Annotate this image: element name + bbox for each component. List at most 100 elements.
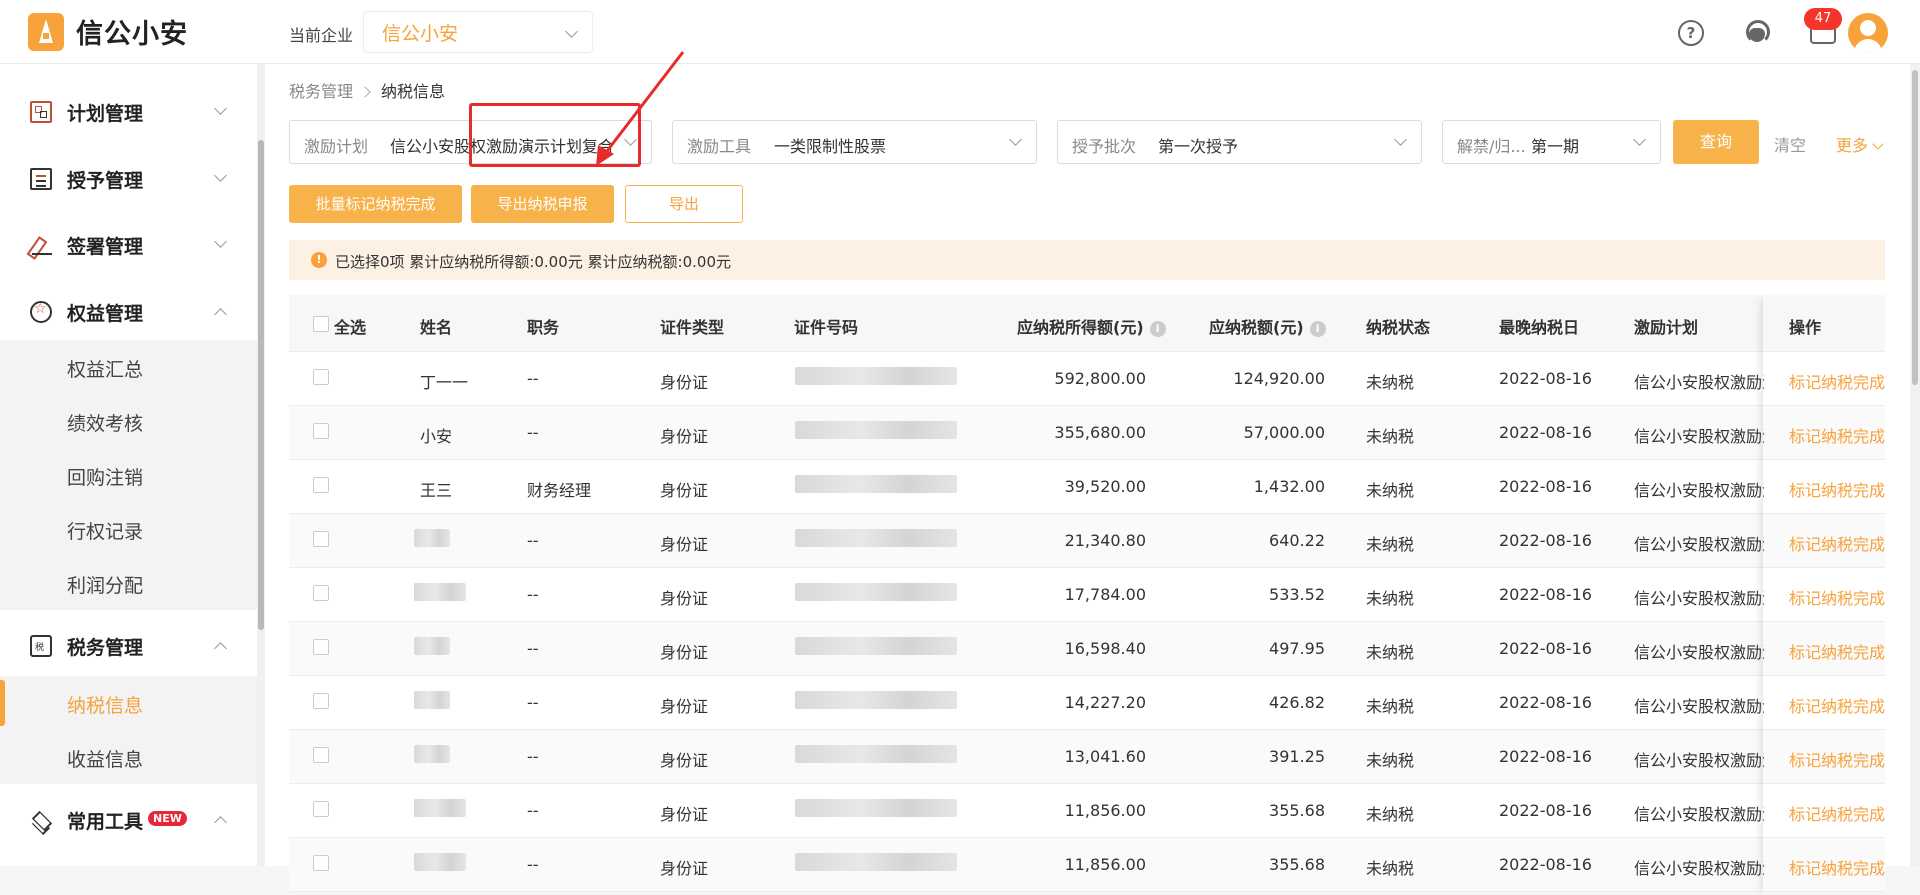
select-all-checkbox[interactable] (313, 316, 329, 332)
cell-tax-status: 未纳税 (1366, 751, 1415, 770)
table-row: -- 身份证 11,856.00 355.68 未纳税 2022-08-16 信公小安股权激… (289, 838, 1885, 892)
table-row: -- 身份证 17,784.00 533.52 未纳税 2022-08-16 信公小安股权激… (289, 568, 1885, 622)
header-taxable-income: 应纳税所得额(元) i (1017, 314, 1166, 338)
breadcrumb-root[interactable]: 税务管理 (289, 82, 353, 101)
cell-tax-amount: 391.25 (1269, 747, 1325, 766)
cell-taxable-income: 13,041.60 (1064, 747, 1146, 766)
cell-tax-amount: 533.52 (1269, 585, 1325, 604)
cell-id-type: 身份证 (660, 751, 709, 770)
logo[interactable]: 信公小安 (28, 12, 188, 51)
sidebar-group-tools[interactable]: 常用工具 NEW (0, 792, 257, 848)
clear-button[interactable]: 清空 (1774, 132, 1806, 156)
sidebar-item-label: 利润分配 (67, 575, 144, 597)
info-icon[interactable]: i (1149, 321, 1166, 337)
page-scrollbar-thumb[interactable] (1912, 70, 1918, 385)
cell-id-number-redacted (795, 691, 957, 709)
row-checkbox[interactable] (313, 747, 329, 763)
sidebar-item-buyback[interactable]: 回购注销 (0, 448, 257, 502)
sidebar-item-tax-info[interactable]: 纳税信息 (0, 676, 257, 730)
cell-tax-amount: 1,432.00 (1253, 477, 1325, 496)
cell-name-redacted (414, 637, 450, 655)
cell-taxable-income: 14,227.20 (1064, 693, 1146, 712)
sidebar-item-label: 行权记录 (67, 521, 144, 543)
sidebar-item-exercise-records[interactable]: 行权记录 (0, 502, 257, 556)
sidebar-group-label: 税务管理 (67, 636, 144, 659)
cell-deadline: 2022-08-16 (1499, 477, 1592, 496)
cell-taxable-income: 39,520.00 (1064, 477, 1146, 496)
export-button[interactable]: 导出 (625, 185, 743, 223)
cell-plan: 信公小安股权激励演示计划复合 (1634, 697, 1764, 716)
cell-position: -- (527, 801, 539, 820)
cell-plan: 信公小安股权激励演示计划复合 (1634, 805, 1764, 824)
row-checkbox[interactable] (313, 423, 329, 439)
sidebar-item-income-info[interactable]: 收益信息 (0, 730, 257, 784)
row-checkbox[interactable] (313, 585, 329, 601)
chevron-down-icon (565, 25, 578, 38)
sidebar-group-sign[interactable]: 签署管理 (0, 217, 257, 273)
filter-value: 第一期 (1531, 137, 1580, 156)
cell-name-redacted (414, 583, 466, 601)
header-position: 职务 (527, 318, 560, 337)
cell-tax-amount: 426.82 (1269, 693, 1325, 712)
chevron-down-icon (214, 102, 227, 115)
equity-icon (30, 301, 52, 323)
header-tax-amount: 应纳税额(元) i (1209, 314, 1326, 338)
cell-id-number-redacted (795, 637, 957, 655)
query-button[interactable]: 查询 (1673, 120, 1759, 164)
row-checkbox[interactable] (313, 477, 329, 493)
sidebar-group-label: 常用工具 (67, 810, 144, 833)
sidebar-group-equity[interactable]: 权益管理 (0, 284, 257, 340)
more-filters-button[interactable]: 更多 (1836, 132, 1884, 156)
export-tax-declaration-button[interactable]: 导出纳税申报 (471, 185, 614, 223)
breadcrumb-current: 纳税信息 (381, 82, 446, 101)
operation-column-shadow (1763, 295, 1885, 895)
customer-service-icon[interactable] (1744, 20, 1770, 46)
sidebar-group-grant[interactable]: 授予管理 (0, 151, 257, 207)
row-checkbox[interactable] (313, 531, 329, 547)
info-icon[interactable]: i (1309, 321, 1326, 337)
cell-id-number-redacted (795, 529, 957, 547)
row-checkbox[interactable] (313, 801, 329, 817)
row-checkbox[interactable] (313, 369, 329, 385)
cell-position: -- (527, 747, 539, 766)
unlock-period-select[interactable]: 解禁/归... 第一期 (1442, 120, 1661, 164)
cell-plan: 信公小安股权激励演示计划复合 (1634, 643, 1764, 662)
grant-batch-select[interactable]: 授予批次 第一次授予 (1057, 120, 1422, 164)
selection-notice: ! 已选择0项 累计应纳税所得额:0.00元 累计应纳税额:0.00元 (289, 240, 1885, 280)
row-checkbox[interactable] (313, 693, 329, 709)
sidebar-item-performance[interactable]: 绩效考核 (0, 394, 257, 448)
main-content: 税务管理 纳税信息 激励计划 信公小安股权激励演示计划复合 激励工具 一类限制性股… (265, 64, 1910, 892)
cell-tax-amount: 57,000.00 (1243, 423, 1325, 442)
company-select-value: 信公小安 (382, 22, 459, 45)
help-icon[interactable]: ? (1678, 20, 1704, 46)
cell-plan: 信公小安股权激励演示计划复合 (1634, 481, 1764, 500)
sidebar-scrollbar-thumb[interactable] (258, 140, 264, 630)
sidebar-item-equity-summary[interactable]: 权益汇总 (0, 340, 257, 394)
incentive-tool-select[interactable]: 激励工具 一类限制性股票 (672, 120, 1037, 164)
sidebar-item-label: 回购注销 (67, 467, 144, 489)
header-id-number: 证件号码 (794, 318, 859, 337)
chevron-down-icon (214, 235, 227, 248)
avatar[interactable] (1848, 13, 1888, 53)
company-select[interactable]: 信公小安 (363, 11, 593, 53)
cell-tax-amount: 640.22 (1269, 531, 1325, 550)
sidebar-group-plan[interactable]: 计划管理 (0, 84, 257, 140)
cell-position: -- (527, 585, 539, 604)
header-deadline: 最晚纳税日 (1499, 318, 1580, 337)
batch-mark-tax-complete-button[interactable]: 批量标记纳税完成 (289, 185, 462, 223)
cell-taxable-income: 21,340.80 (1064, 531, 1146, 550)
sidebar-group-tax[interactable]: 税务管理 (0, 618, 257, 674)
cell-position: -- (527, 855, 539, 874)
sidebar-item-profit-distribution[interactable]: 利润分配 (0, 556, 257, 610)
row-checkbox[interactable] (313, 855, 329, 871)
row-checkbox[interactable] (313, 639, 329, 655)
tax-icon (30, 635, 52, 657)
cell-name: 丁一一 (420, 373, 469, 392)
cell-id-number-redacted (795, 745, 957, 763)
filter-label: 解禁/归... (1457, 137, 1526, 156)
sidebar-item-label: 权益汇总 (67, 359, 144, 381)
chevron-down-icon (1394, 133, 1407, 146)
chevron-down-icon (1872, 138, 1884, 150)
table-row: 丁一一 -- 身份证 592,800.00 124,920.00 未纳税 2022-08-1… (289, 352, 1885, 406)
sidebar-group-label: 计划管理 (67, 102, 144, 125)
